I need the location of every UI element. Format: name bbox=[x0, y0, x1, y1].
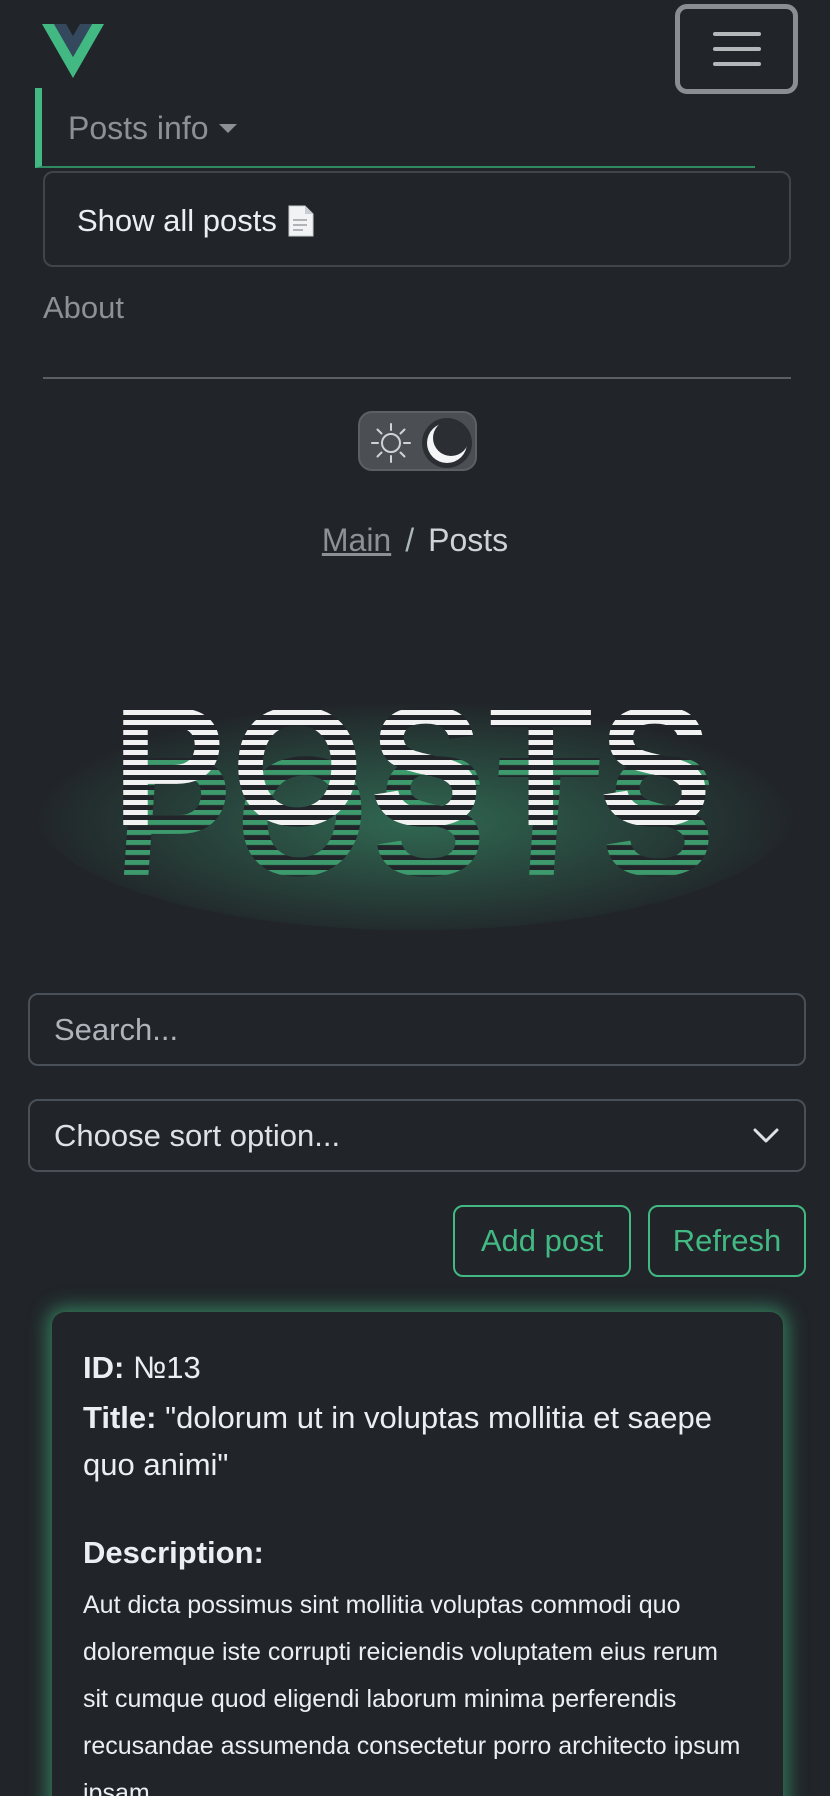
post-id-value: №13 bbox=[132, 1350, 201, 1385]
post-title-label: Title: bbox=[83, 1400, 157, 1435]
sun-icon bbox=[371, 423, 411, 463]
chevron-down-icon bbox=[753, 1128, 779, 1142]
sort-select[interactable]: Choose sort option... bbox=[28, 1099, 806, 1172]
dropdown-item-show-all-posts[interactable]: Show all posts bbox=[77, 203, 315, 239]
caret-down-icon bbox=[218, 124, 237, 133]
search-input[interactable] bbox=[28, 993, 806, 1066]
breadcrumb: Main / Posts bbox=[0, 522, 830, 559]
post-title-value: "dolorum ut in voluptas mollitia et saep… bbox=[83, 1400, 713, 1482]
dropdown-item-label: Show all posts bbox=[77, 203, 277, 238]
posts-title-text: POSTS bbox=[112, 680, 718, 862]
post-id: ID: №13 bbox=[83, 1350, 201, 1386]
sort-select-value: Choose sort option... bbox=[54, 1117, 341, 1153]
dropdown-menu: Show all posts bbox=[43, 171, 791, 267]
post-description-label: Description: bbox=[83, 1535, 264, 1570]
navbar-toggler-button[interactable] bbox=[675, 4, 798, 94]
post-description-value: Aut dicta possimus sint mollitia volupta… bbox=[83, 1591, 741, 1796]
page: Posts info Show all posts About Main / P… bbox=[0, 0, 830, 1796]
post-title: Title: "dolorum ut in voluptas mollitia … bbox=[83, 1394, 763, 1488]
hamburger-icon bbox=[712, 32, 761, 66]
nav-about-link[interactable]: About bbox=[43, 290, 124, 326]
post-id-label: ID: bbox=[83, 1350, 125, 1385]
refresh-button[interactable]: Refresh bbox=[648, 1205, 806, 1277]
moon-icon bbox=[427, 421, 469, 463]
theme-toggle-knob[interactable] bbox=[422, 418, 472, 468]
nav-divider bbox=[43, 377, 791, 379]
theme-switch[interactable] bbox=[358, 411, 477, 471]
nav-posts-dropdown[interactable]: Posts info bbox=[35, 88, 755, 168]
breadcrumb-separator: / bbox=[405, 522, 415, 558]
vue-logo-icon[interactable] bbox=[42, 24, 104, 78]
add-post-button[interactable]: Add post bbox=[453, 1205, 631, 1277]
nav-posts-label: Posts info bbox=[68, 110, 209, 146]
posts-hero-title: POSTS POSTS bbox=[35, 680, 795, 930]
document-icon bbox=[288, 205, 314, 237]
breadcrumb-main-link[interactable]: Main bbox=[322, 522, 391, 558]
breadcrumb-current: Posts bbox=[428, 522, 509, 558]
post-card[interactable]: ID: №13 Title: "dolorum ut in voluptas m… bbox=[51, 1311, 784, 1796]
